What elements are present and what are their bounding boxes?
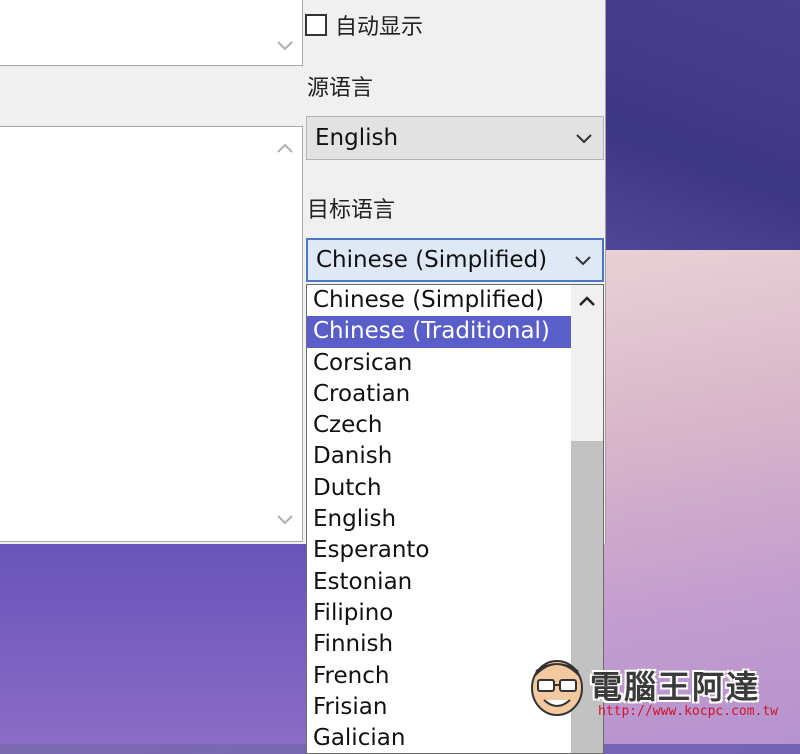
main-text-area[interactable] [0, 126, 303, 542]
chevron-down-icon[interactable] [274, 35, 296, 57]
dropdown-option[interactable]: Estonian [307, 567, 571, 598]
watermark-url: http://www.kocpc.com.tw [598, 704, 779, 719]
dropdown-option[interactable]: Dutch [307, 473, 571, 504]
dropdown-option[interactable]: Croatian [307, 379, 571, 410]
dropdown-option[interactable]: Galician [307, 723, 571, 753]
watermark: 電腦王阿達 http://www.kocpc.com.tw [528, 656, 778, 726]
auto-display-row[interactable]: 自动显示 [305, 10, 423, 40]
target-language-label: 目标语言 [307, 198, 396, 223]
dropdown-option[interactable]: Corsican [307, 348, 571, 379]
top-text-area[interactable] [0, 0, 303, 66]
dropdown-option[interactable]: Esperanto [307, 535, 571, 566]
source-language-label: 源语言 [307, 76, 374, 101]
dropdown-option[interactable]: Chinese (Simplified) [307, 285, 571, 316]
chevron-down-icon [575, 256, 591, 266]
chevron-up-icon[interactable] [274, 137, 296, 159]
desktop-background-top [600, 0, 800, 260]
dropdown-option[interactable]: Chinese (Traditional) [307, 316, 571, 348]
chevron-up-icon[interactable] [577, 291, 597, 311]
source-language-value: English [315, 125, 399, 151]
desktop-background-bottom [0, 540, 310, 744]
mascot-face-icon [531, 660, 583, 716]
target-language-select[interactable]: Chinese (Simplified) [306, 238, 604, 282]
toolbar-strip [0, 66, 300, 126]
auto-display-checkbox[interactable] [305, 14, 327, 36]
source-language-select[interactable]: English [306, 116, 604, 160]
dropdown-option[interactable]: Czech [307, 410, 571, 441]
auto-display-label: 自动显示 [335, 15, 424, 40]
chevron-down-icon[interactable] [274, 509, 296, 531]
dropdown-option[interactable]: Danish [307, 441, 571, 472]
watermark-brand: 電腦王阿達 [590, 668, 761, 706]
dropdown-option[interactable]: Filipino [307, 598, 571, 629]
chevron-down-icon [576, 134, 592, 144]
target-language-value: Chinese (Simplified) [316, 247, 548, 273]
dropdown-option[interactable]: English [307, 504, 571, 535]
